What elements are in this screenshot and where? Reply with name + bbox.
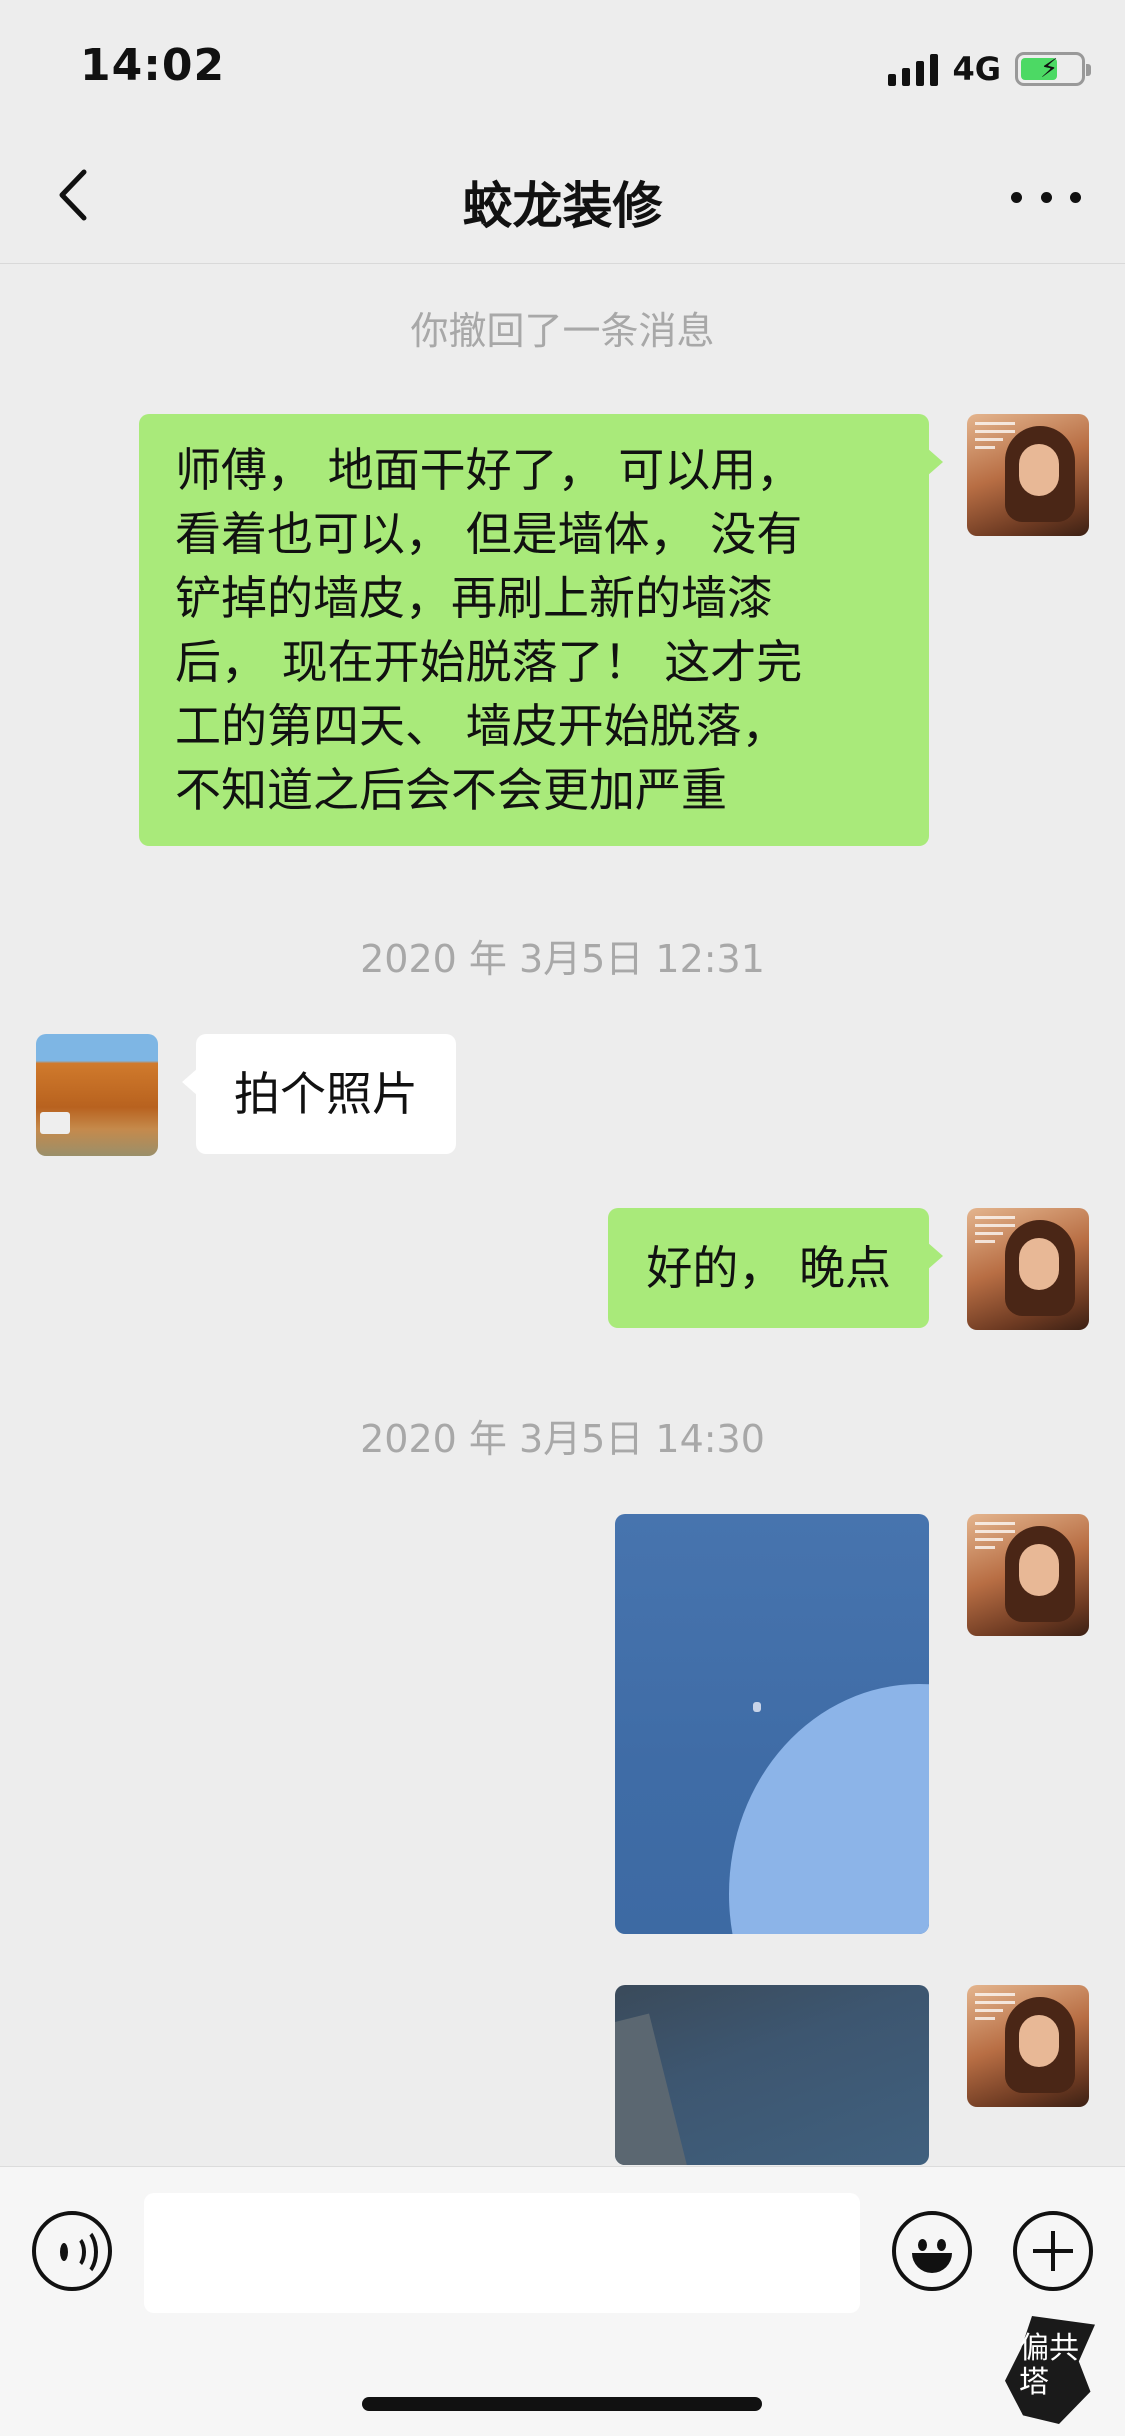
- battery-charging-icon: ⚡: [1015, 52, 1091, 86]
- message-line: 工的第四天、 墙皮开始脱落，: [175, 699, 788, 753]
- message-line: 铲掉的墙皮，再刷上新的墙漆: [175, 571, 773, 625]
- status-indicators: 4G ⚡: [888, 46, 1091, 92]
- image-message[interactable]: [615, 1985, 929, 2165]
- avatar[interactable]: [36, 1034, 158, 1156]
- watermark-logo: 偏共塔: [995, 2310, 1105, 2430]
- avatar[interactable]: [967, 414, 1089, 536]
- nav-bar: 蛟龙装修: [0, 132, 1125, 264]
- timestamp: 2020 年 3月5日 14:30: [360, 1417, 765, 1461]
- emoji-icon[interactable]: [892, 2211, 972, 2291]
- avatar[interactable]: [967, 1985, 1089, 2107]
- image-message[interactable]: [615, 1514, 929, 1934]
- voice-icon[interactable]: [32, 2211, 112, 2291]
- watermark-text: 偏共塔: [1019, 2331, 1079, 2400]
- message-line: 师傅， 地面干好了， 可以用，: [175, 443, 803, 497]
- message-bubble-sent[interactable]: 师傅， 地面干好了， 可以用， 看着也可以， 但是墙体， 没有 铲掉的墙皮，再刷…: [139, 414, 943, 846]
- more-horizontal-icon[interactable]: [1011, 172, 1081, 222]
- status-time: 14:02: [80, 40, 226, 91]
- message-input[interactable]: [144, 2193, 860, 2313]
- plus-icon[interactable]: [1013, 2211, 1093, 2291]
- timestamp: 2020 年 3月5日 12:31: [360, 937, 765, 981]
- home-indicator[interactable]: [362, 2397, 762, 2411]
- avatar[interactable]: [967, 1514, 1089, 1636]
- message-bubble-sent[interactable]: 好的， 晚点: [608, 1208, 943, 1328]
- signal-icon: [888, 52, 939, 86]
- status-bar: 14:02 4G ⚡: [0, 0, 1125, 132]
- message-bubble-received[interactable]: 拍个照片: [182, 1034, 456, 1154]
- network-label: 4G: [952, 50, 1001, 88]
- chat-title: 蛟龙装修: [462, 177, 663, 235]
- recall-notice: 你撤回了一条消息: [410, 309, 715, 353]
- message-line: 后， 现在开始脱落了！ 这才完: [175, 635, 803, 689]
- message-line: 看着也可以， 但是墙体， 没有: [175, 507, 803, 561]
- message-line: 不知道之后会不会更加严重: [175, 763, 727, 817]
- input-bar: [0, 2166, 1125, 2436]
- avatar[interactable]: [967, 1208, 1089, 1330]
